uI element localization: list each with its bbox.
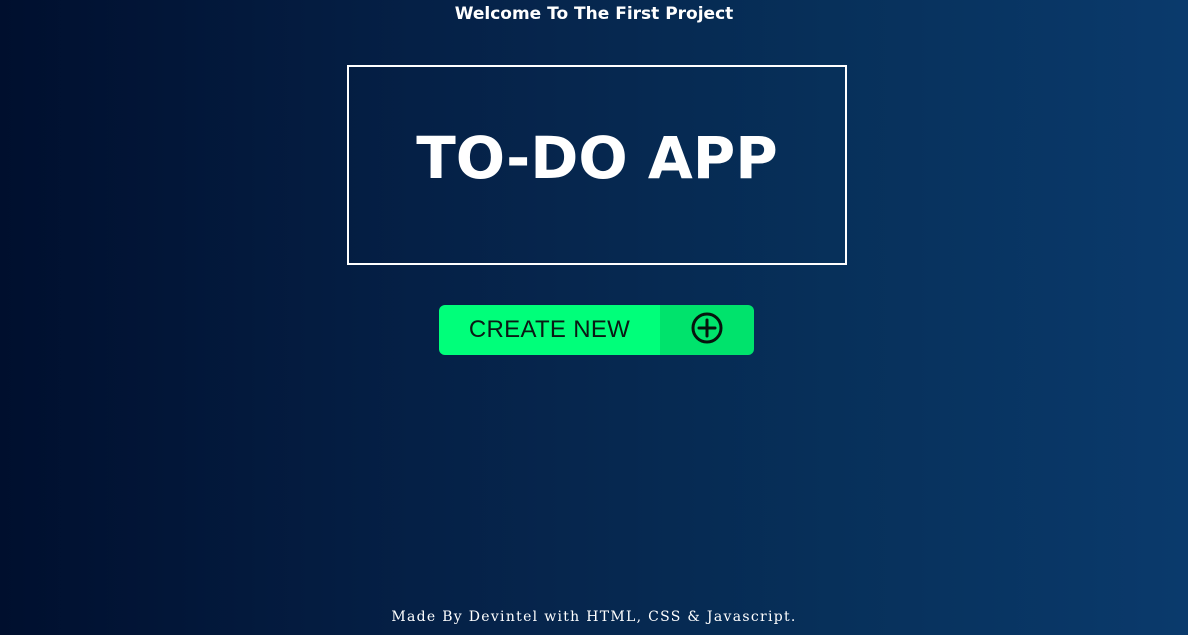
create-new-button[interactable]: CREATE NEW: [439, 305, 754, 355]
create-new-label-area[interactable]: CREATE NEW: [439, 305, 660, 355]
title-box: TO-DO APP: [347, 65, 847, 265]
plus-circle-icon: [690, 311, 724, 349]
footer-credit: Made By Devintel with HTML, CSS & Javasc…: [391, 609, 797, 625]
create-new-icon-area[interactable]: [660, 305, 754, 355]
welcome-heading: Welcome To The First Project: [454, 4, 734, 24]
app-title: TO-DO APP: [416, 124, 778, 192]
create-new-label: CREATE NEW: [468, 316, 631, 343]
